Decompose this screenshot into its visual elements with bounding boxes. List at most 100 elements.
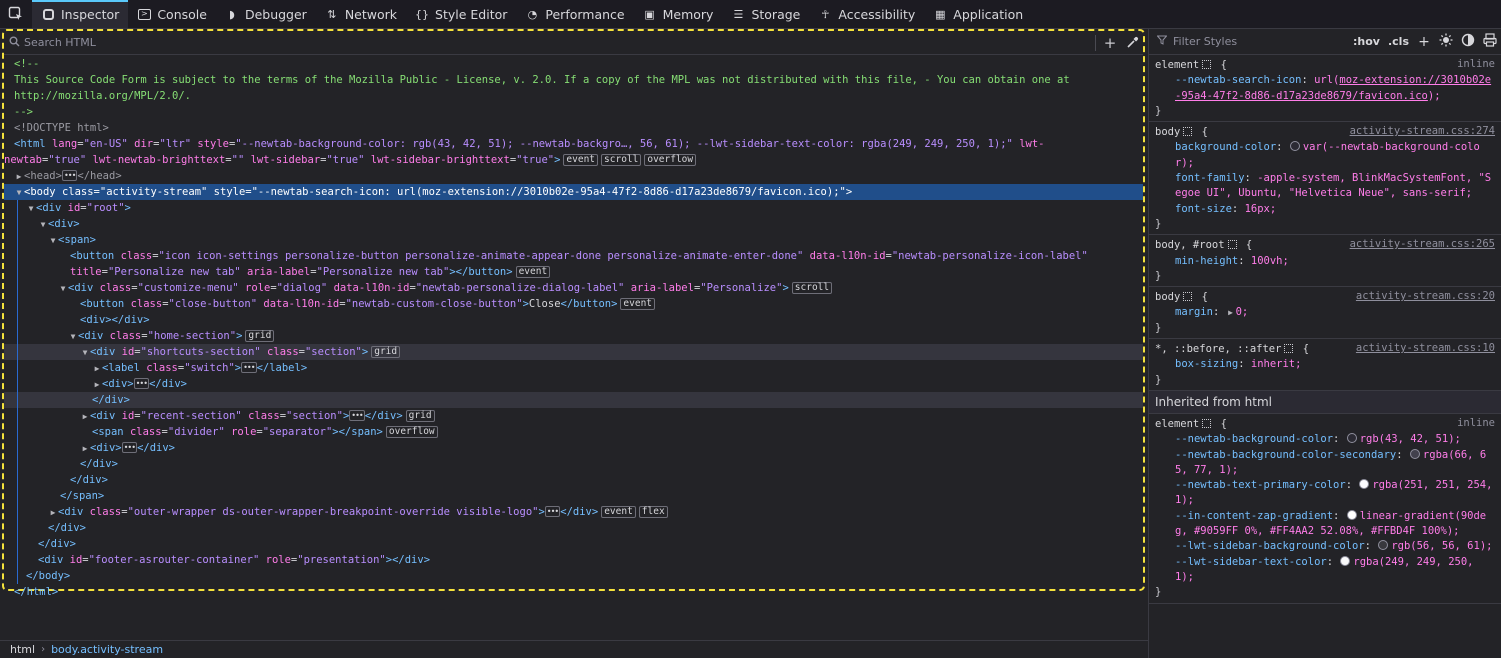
- color-swatch-icon[interactable]: [1378, 540, 1389, 551]
- div-close-line[interactable]: </div>: [4, 456, 1143, 472]
- eyedropper-icon[interactable]: [1121, 33, 1143, 53]
- footer-line[interactable]: <div id="footer-asrouter-container" role…: [4, 552, 1143, 568]
- grid-highlighter-icon[interactable]: [1202, 418, 1212, 428]
- tab-style-editor[interactable]: {} Style Editor: [406, 0, 516, 28]
- div-close-line[interactable]: </div>: [4, 536, 1143, 552]
- rule-selector[interactable]: body, #root: [1155, 239, 1225, 251]
- head-node-line[interactable]: ▶ <head> ••• </head>: [4, 168, 1143, 184]
- twisty-icon[interactable]: ▼: [80, 345, 90, 360]
- rule-source-link[interactable]: activity-stream.css:20: [1356, 290, 1495, 302]
- div-line[interactable]: ▼ <div>: [4, 216, 1143, 232]
- doctype-line[interactable]: <!DOCTYPE html>: [4, 120, 1143, 136]
- div-close-line[interactable]: </div>: [4, 472, 1143, 488]
- declaration[interactable]: --newtab-search-icon: url(moz-extension:…: [1155, 73, 1497, 104]
- grid-highlighter-icon[interactable]: [1183, 127, 1193, 137]
- overflow-badge[interactable]: overflow: [644, 154, 697, 166]
- div-close-line[interactable]: </div>: [4, 520, 1143, 536]
- event-badge[interactable]: event: [515, 266, 551, 278]
- declaration[interactable]: --newtab-background-color-secondary: rgb…: [1155, 448, 1497, 479]
- grid-badge[interactable]: grid: [245, 330, 275, 342]
- comment-line[interactable]: <!--: [4, 56, 1143, 72]
- declaration[interactable]: --in-content-zap-gradient: linear-gradie…: [1155, 509, 1497, 540]
- scroll-badge[interactable]: scroll: [601, 154, 642, 166]
- tab-storage[interactable]: ☰ Storage: [722, 0, 809, 28]
- color-swatch-icon[interactable]: [1289, 141, 1300, 152]
- twisty-icon[interactable]: ▶: [80, 409, 90, 424]
- html-close-line[interactable]: </html>: [4, 584, 1143, 600]
- label-switch-line[interactable]: ▶ <label class="switch"> ••• </label>: [4, 360, 1143, 376]
- twisty-icon[interactable]: ▼: [58, 281, 68, 296]
- twisty-icon[interactable]: ▶: [92, 361, 102, 376]
- rule-selector[interactable]: element: [1155, 418, 1199, 430]
- twisty-icon[interactable]: ▼: [26, 201, 36, 216]
- span-close-line[interactable]: </span>: [4, 488, 1143, 504]
- span-line[interactable]: ▼ <span>: [4, 232, 1143, 248]
- declaration[interactable]: font-size: 16px;: [1155, 202, 1497, 217]
- twisty-icon[interactable]: ▼: [38, 217, 48, 232]
- rule-selector[interactable]: element: [1155, 59, 1199, 71]
- add-node-icon[interactable]: +: [1099, 33, 1121, 53]
- rule-source-link[interactable]: activity-stream.css:10: [1356, 342, 1495, 354]
- breadcrumb-item[interactable]: body.activity-stream: [51, 643, 163, 656]
- search-html-input[interactable]: [22, 36, 1092, 49]
- body-node-line[interactable]: ▼ <body class="activity-stream" style="--…: [4, 184, 1143, 200]
- tab-application[interactable]: ▦ Application: [924, 0, 1032, 28]
- grid-badge[interactable]: grid: [405, 410, 435, 422]
- declaration[interactable]: background-color: var(--newtab-backgroun…: [1155, 140, 1497, 171]
- html-node-line-wrap[interactable]: newtab="true" lwt-newtab-brighttext="" l…: [4, 152, 1143, 168]
- color-swatch-icon[interactable]: [1359, 479, 1370, 490]
- tab-console[interactable]: > Console: [128, 0, 216, 28]
- declaration[interactable]: --lwt-sidebar-text-color: rgba(249, 249,…: [1155, 555, 1497, 586]
- dark-theme-icon[interactable]: [1457, 33, 1479, 51]
- tab-inspector[interactable]: Inspector: [32, 0, 129, 28]
- comment-line[interactable]: -->: [4, 104, 1143, 120]
- twisty-icon[interactable]: ▶: [92, 377, 102, 392]
- body-close-line[interactable]: </body>: [4, 568, 1143, 584]
- light-theme-icon[interactable]: [1435, 33, 1457, 51]
- collapsed-children-button[interactable]: •••: [133, 378, 150, 389]
- class-toggle-button[interactable]: .cls: [1384, 35, 1413, 48]
- twisty-icon[interactable]: ▶: [48, 505, 58, 520]
- hover-pseudo-button[interactable]: :hov: [1349, 35, 1384, 48]
- declaration[interactable]: font-family: -apple-system, BlinkMacSyst…: [1155, 171, 1497, 202]
- declaration[interactable]: --newtab-background-color: rgb(43, 42, 5…: [1155, 432, 1497, 447]
- twisty-icon[interactable]: ▶: [80, 441, 90, 456]
- divider-line[interactable]: <span class="divider" role="separator"><…: [4, 424, 1143, 440]
- declaration[interactable]: --newtab-text-primary-color: rgba(251, 2…: [1155, 478, 1497, 509]
- element-picker-icon[interactable]: [0, 0, 32, 28]
- print-media-icon[interactable]: [1479, 32, 1501, 51]
- div-root-line[interactable]: ▼ <div id="root">: [4, 200, 1143, 216]
- event-badge[interactable]: event: [620, 298, 656, 310]
- comment-line[interactable]: http://mozilla.org/MPL/2.0/.: [4, 88, 1143, 104]
- html-node-line[interactable]: <html lang="en-US" dir="ltr" style="--ne…: [4, 136, 1143, 152]
- rule-source-link[interactable]: activity-stream.css:274: [1350, 125, 1495, 137]
- rule-selector[interactable]: body: [1155, 291, 1180, 303]
- rule-selector[interactable]: *, ::before, ::after: [1155, 343, 1281, 355]
- filter-styles-input[interactable]: [1171, 34, 1349, 49]
- outer-wrapper-line[interactable]: ▶ <div class="outer-wrapper ds-outer-wrap…: [4, 504, 1143, 520]
- recent-section-line[interactable]: ▶ <div id="recent-section" class="section…: [4, 408, 1143, 424]
- close-button-line[interactable]: <button class="close-button" data-l10n-i…: [4, 296, 1143, 312]
- flex-badge[interactable]: flex: [638, 506, 668, 518]
- collapsed-children-button[interactable]: •••: [121, 442, 138, 453]
- declaration[interactable]: box-sizing: inherit;: [1155, 357, 1497, 372]
- tab-memory[interactable]: ▣ Memory: [634, 0, 723, 28]
- empty-div-line[interactable]: <div></div>: [4, 312, 1143, 328]
- overflow-badge[interactable]: overflow: [385, 426, 438, 438]
- tab-network[interactable]: ⇅ Network: [316, 0, 406, 28]
- scroll-badge[interactable]: scroll: [791, 282, 833, 294]
- home-section-line[interactable]: ▼ <div class="home-section"> grid: [4, 328, 1143, 344]
- shortcuts-section-line[interactable]: ▼ <div id="shortcuts-section" class="sect…: [4, 344, 1143, 360]
- color-swatch-icon[interactable]: [1409, 448, 1420, 459]
- declaration[interactable]: min-height: 100vh;: [1155, 254, 1497, 269]
- collapsed-div-line[interactable]: ▶ <div> ••• </div>: [4, 376, 1143, 392]
- tab-accessibility[interactable]: ☥ Accessibility: [809, 0, 924, 28]
- add-rule-icon[interactable]: +: [1413, 34, 1435, 50]
- collapsed-children-button[interactable]: •••: [544, 506, 561, 517]
- tab-performance[interactable]: ◔ Performance: [516, 0, 633, 28]
- color-swatch-icon[interactable]: [1346, 509, 1357, 520]
- collapsed-div-line[interactable]: ▶ <div> ••• </div>: [4, 440, 1143, 456]
- grid-badge[interactable]: grid: [371, 346, 401, 358]
- rule-source-link[interactable]: activity-stream.css:265: [1350, 238, 1495, 250]
- twisty-icon[interactable]: ▼: [14, 185, 24, 200]
